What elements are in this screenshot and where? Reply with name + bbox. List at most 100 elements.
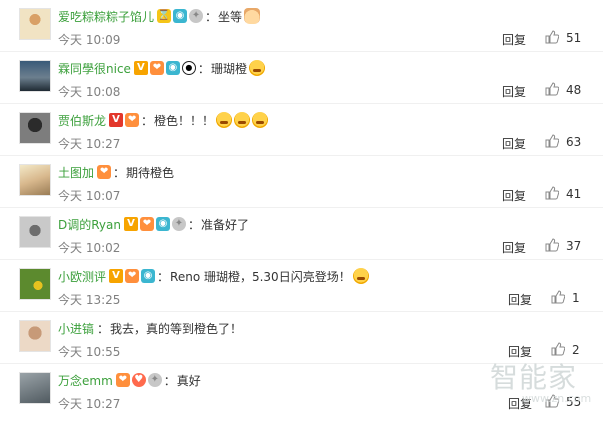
vip-badge-icon[interactable]: V	[123, 217, 138, 231]
fans-badge-icon[interactable]: ❤	[125, 113, 140, 127]
like-count: 41	[566, 187, 582, 201]
star-badge-icon[interactable]: ✦	[147, 373, 162, 387]
vip-badge-icon[interactable]: V	[133, 61, 148, 75]
vip-red-badge-icon[interactable]: V	[109, 113, 124, 127]
like-count: 48	[566, 83, 582, 97]
watermark-logo: 智能家	[490, 361, 578, 394]
comment-item: 小欧测评 V ❤ ◉ ： Reno 珊瑚橙，5.30日闪亮登场！ 今天 13:2…	[0, 260, 603, 312]
comment-time: 今天 10:08	[58, 85, 121, 99]
fans-badge-icon[interactable]: ❤	[125, 269, 140, 283]
username-link[interactable]: 爱吃粽粽粽子馅儿	[58, 8, 154, 25]
avatar[interactable]	[19, 320, 51, 352]
thumbs-up-icon[interactable]	[545, 82, 560, 96]
like-count: 51	[566, 31, 582, 45]
fans-badge-icon[interactable]: ❤	[97, 165, 112, 179]
comment-line: 万念emm ❤ ♥ ✦ ： 真好	[58, 371, 201, 389]
comment-text: 准备好了	[201, 217, 250, 232]
comment-text: Reno 珊瑚橙，5.30日闪亮登场！	[170, 269, 351, 284]
camera-badge-icon[interactable]: ◉	[165, 61, 180, 75]
comment-time: 今天 10:27	[58, 137, 121, 151]
heart-badge-icon[interactable]: ♥	[131, 373, 146, 387]
comment-line: 爱吃粽粽粽子馅儿 ⌛ ◉ ✦ ： 坐等	[58, 7, 261, 25]
comment-text: 坐等	[218, 9, 243, 24]
camera-badge-icon[interactable]: ◉	[141, 269, 156, 283]
colon-separator: ：	[113, 165, 126, 180]
blush-emoji	[352, 268, 369, 284]
reply-button[interactable]: 回复	[502, 83, 526, 100]
like-count: 63	[566, 135, 582, 149]
like-count: 37	[566, 239, 582, 253]
username-link[interactable]: 万念emm	[58, 372, 113, 389]
reply-button[interactable]: 回复	[502, 239, 526, 256]
avatar[interactable]	[19, 268, 51, 300]
comment-line: 土图加 ❤ ： 期待橙色	[58, 163, 174, 181]
avatar[interactable]	[19, 216, 51, 248]
username-link[interactable]: 小进镐	[58, 320, 94, 337]
thumbs-up-icon[interactable]	[545, 134, 560, 148]
fans-badge-icon[interactable]: ❤	[149, 61, 164, 75]
avatar[interactable]	[19, 112, 51, 144]
comment-text: 真好	[176, 373, 201, 388]
comment-item: 爱吃粽粽粽子馅儿 ⌛ ◉ ✦ ： 坐等 今天 10:09 回复 51	[0, 0, 603, 52]
comment-line: 贾伯斯龙 V ❤ ： 橙色！！！	[58, 111, 269, 129]
colon-separator: ：	[205, 9, 218, 24]
vip-badge-icon[interactable]: V	[109, 269, 124, 283]
thumbs-up-icon[interactable]	[551, 290, 566, 304]
comment-time: 今天 10:02	[58, 241, 121, 255]
username-link[interactable]: 霖同學很nice	[58, 60, 131, 77]
colon-separator: ：	[141, 113, 154, 128]
comment-item: 贾伯斯龙 V ❤ ： 橙色！！！ 今天 10:27 回复 63	[0, 104, 603, 156]
comment-time: 今天 13:25	[58, 293, 121, 307]
camera-badge-icon[interactable]: ◉	[173, 9, 188, 23]
star-badge-icon[interactable]: ✦	[171, 217, 186, 231]
username-link[interactable]: D调的Ryan	[58, 216, 121, 233]
thumbs-up-icon[interactable]	[545, 186, 560, 200]
comment-item: D调的Ryan V ❤ ◉ ✦ ： 准备好了 今天 10:02 回复 37	[0, 208, 603, 260]
thumbs-up-icon[interactable]	[545, 238, 560, 252]
like-count: 1	[572, 291, 580, 305]
avatar[interactable]	[19, 60, 51, 92]
reply-button[interactable]: 回复	[502, 31, 526, 48]
shocked-emoji	[234, 112, 251, 128]
comment-line: 小进镐 ： 我去，真的等到橙色了！	[58, 319, 242, 337]
comment-line: 霖同學很nice V ❤ ◉ ● ： 珊瑚橙	[58, 59, 265, 77]
comment-item: 土图加 ❤ ： 期待橙色 今天 10:07 回复 41	[0, 156, 603, 208]
comment-text: 橙色！！！	[154, 113, 215, 128]
comment-line: D调的Ryan V ❤ ◉ ✦ ： 准备好了	[58, 215, 249, 233]
comment-list: 爱吃粽粽粽子馅儿 ⌛ ◉ ✦ ： 坐等 今天 10:09 回复 51 霖同學很n…	[0, 0, 603, 421]
comment-text: 期待橙色	[126, 165, 175, 180]
shocked-emoji	[252, 112, 269, 128]
reply-button[interactable]: 回复	[508, 291, 532, 308]
username-link[interactable]: 贾伯斯龙	[58, 112, 106, 129]
comment-time: 今天 10:27	[58, 397, 121, 411]
thumbs-up-icon[interactable]	[545, 30, 560, 44]
thumbs-up-icon[interactable]	[551, 342, 566, 356]
username-link[interactable]: 小欧测评	[58, 268, 106, 285]
watermark-url: www.zn.com	[522, 392, 592, 405]
star-badge-icon[interactable]: ✦	[189, 9, 204, 23]
fans-badge-icon[interactable]: ❤	[139, 217, 154, 231]
reply-button[interactable]: 回复	[502, 135, 526, 152]
colon-separator: ：	[197, 61, 210, 76]
like-count: 2	[572, 343, 580, 357]
shocked-emoji	[248, 60, 265, 76]
hourglass-badge-icon[interactable]: ⌛	[157, 9, 172, 23]
comment-text: 我去，真的等到橙色了！	[110, 321, 243, 336]
colon-separator: ：	[97, 321, 110, 336]
fans-badge-icon[interactable]: ❤	[115, 373, 130, 387]
shocked-emoji	[216, 112, 233, 128]
comment-line: 小欧测评 V ❤ ◉ ： Reno 珊瑚橙，5.30日闪亮登场！	[58, 267, 369, 285]
camera-badge-icon[interactable]: ◉	[155, 217, 170, 231]
comment-time: 今天 10:55	[58, 345, 121, 359]
reply-button[interactable]: 回复	[502, 187, 526, 204]
colon-separator: ：	[163, 373, 176, 388]
avatar[interactable]	[19, 372, 51, 404]
avatar[interactable]	[19, 164, 51, 196]
victory-hand-emoji	[244, 8, 261, 24]
avatar[interactable]	[19, 8, 51, 40]
comment-item: 霖同學很nice V ❤ ◉ ● ： 珊瑚橙 今天 10:08 回复 48	[0, 52, 603, 104]
colon-separator: ：	[187, 217, 200, 232]
panda-badge-icon[interactable]: ●	[181, 61, 196, 75]
username-link[interactable]: 土图加	[58, 164, 94, 181]
comment-time: 今天 10:07	[58, 189, 121, 203]
